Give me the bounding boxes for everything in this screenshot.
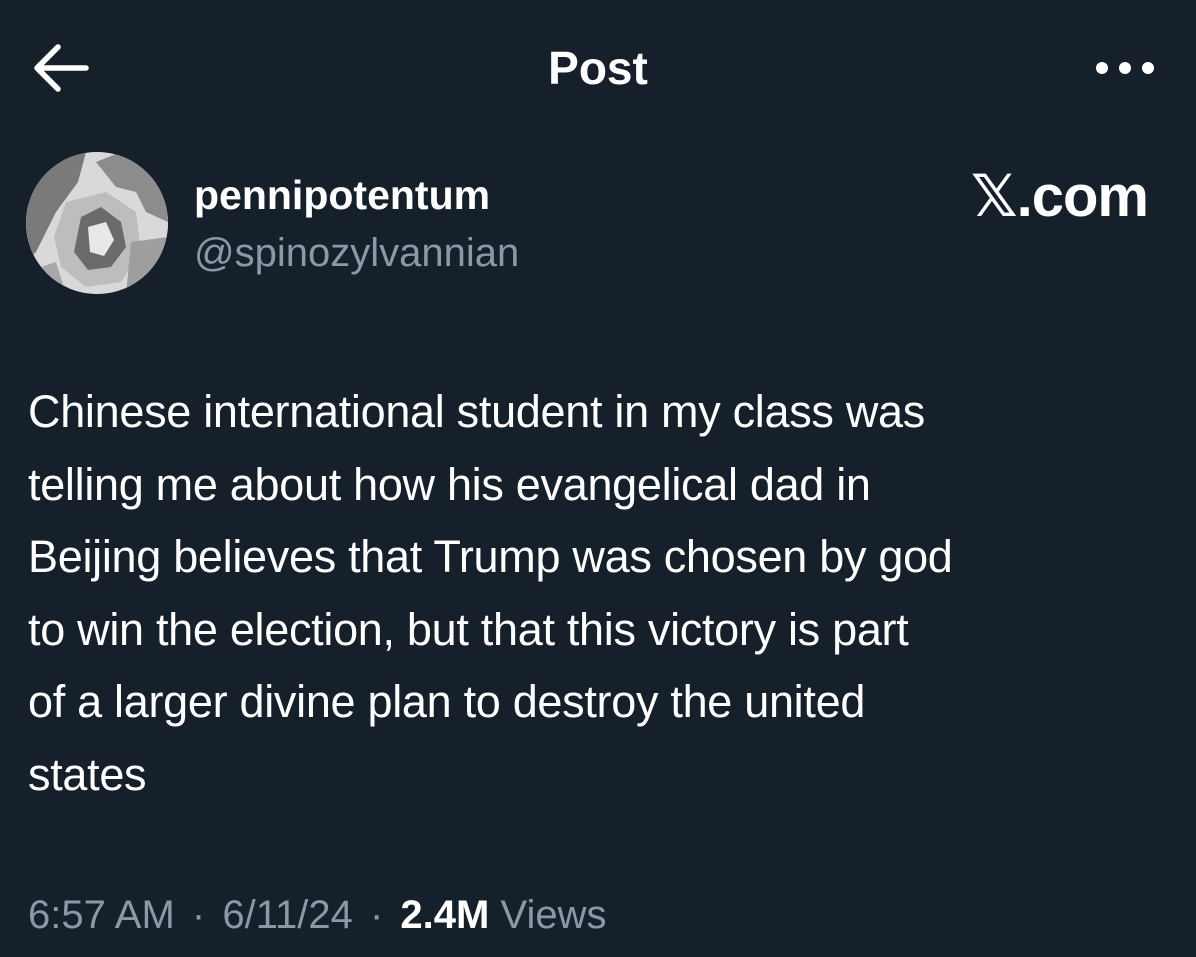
avatar[interactable]	[26, 152, 168, 294]
post-meta: 6:57 AM · 6/11/24 · 2.4M Views	[28, 889, 606, 941]
avatar-image	[26, 152, 168, 294]
post-text: Chinese international student in my clas…	[28, 386, 953, 800]
more-horizontal-icon	[1096, 62, 1154, 74]
more-options-button[interactable]	[1085, 48, 1165, 88]
top-bar: Post	[0, 0, 1196, 135]
meta-separator: ·	[191, 893, 206, 937]
page-title: Post	[548, 42, 648, 94]
views-label: Views	[500, 893, 607, 937]
post-date[interactable]: 6/11/24	[222, 893, 353, 937]
author-handle[interactable]: @spinozylvannian	[194, 228, 519, 278]
views-count[interactable]: 2.4M	[400, 893, 489, 937]
post-time[interactable]: 6:57 AM	[28, 893, 175, 937]
arrow-left-icon	[34, 44, 89, 92]
x-logo-badge: 𝕏.com	[970, 164, 1149, 229]
meta-separator: ·	[369, 893, 384, 937]
author-display-name[interactable]: pennipotentum	[194, 170, 490, 220]
back-button[interactable]	[28, 38, 94, 98]
